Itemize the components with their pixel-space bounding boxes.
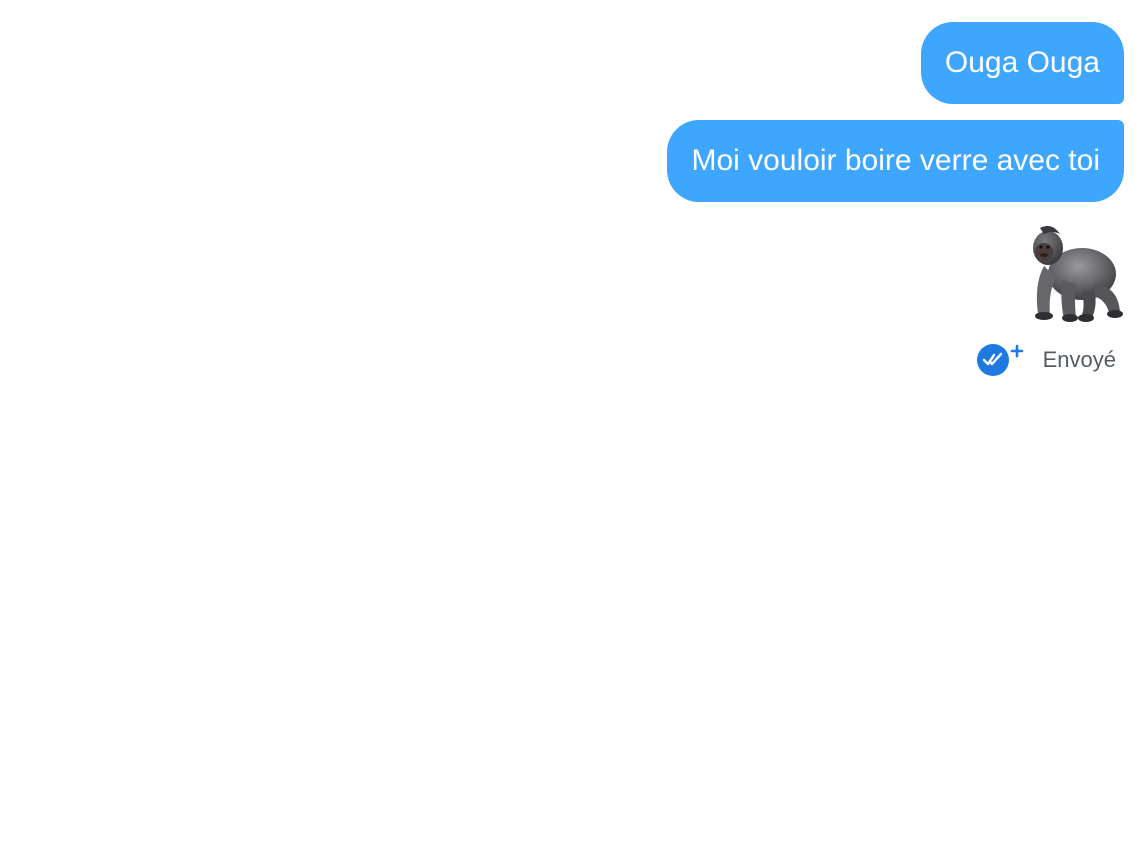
status-label: Envoyé [1042, 347, 1116, 372]
read-receipt-plus-icon[interactable] [976, 340, 1025, 380]
gorilla-emoji[interactable] [1022, 222, 1124, 324]
message-bubble[interactable]: Moi vouloir boire verre avec toi [667, 120, 1124, 202]
message-status: Envoyé [976, 340, 1116, 380]
message-bubble[interactable]: Ouga Ouga [920, 22, 1124, 104]
chat-thread: Ouga Ouga Moi vouloir boire verre avec t… [0, 0, 1140, 854]
